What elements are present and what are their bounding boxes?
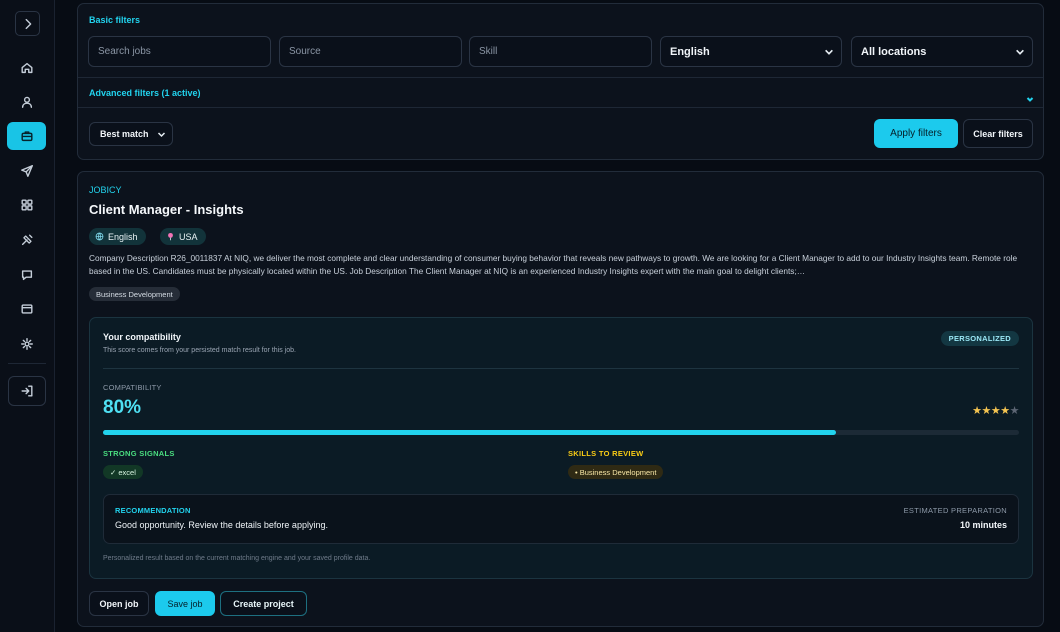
filters-divider (78, 107, 1043, 108)
strong-signal-pill: ✓ excel (103, 465, 143, 479)
job-card: JOBICY Client Manager - Insights English… (77, 171, 1044, 627)
apply-filters-button[interactable]: Apply filters (874, 119, 958, 148)
grid-icon (21, 199, 33, 211)
star-filled-icon: ★ (972, 405, 982, 417)
send-icon (21, 165, 33, 177)
compatibility-label: COMPATIBILITY (103, 383, 162, 392)
job-description: Company Description R26_0011837 At NIQ, … (89, 253, 1018, 276)
logout-button[interactable] (8, 376, 46, 406)
language-chip-label: English (108, 231, 138, 242)
compatibility-card: Your compatibility This score comes from… (89, 317, 1033, 579)
recommendation-label: RECOMMENDATION (115, 506, 191, 515)
star-empty-icon: ★ (1009, 405, 1020, 417)
sidebar-item-jobs[interactable] (7, 122, 46, 150)
language-select[interactable]: English (660, 36, 842, 67)
sidebar-item-applications[interactable] (8, 158, 46, 184)
language-chip: English (89, 228, 146, 245)
briefcase-icon (20, 131, 33, 142)
chevron-down-icon (157, 132, 166, 138)
job-tag: Business Development (89, 287, 180, 301)
star-filled-icon: ★ (981, 405, 992, 417)
compatibility-divider (103, 368, 1019, 369)
location-select-value: All locations (861, 45, 927, 58)
job-source: JOBICY (89, 185, 122, 195)
sidebar-divider (8, 363, 46, 364)
chevron-down-icon (1026, 97, 1034, 102)
filters-panel: Basic filters Search jobs Source Skill E… (77, 3, 1044, 160)
compatibility-subtitle: This score comes from your persisted mat… (103, 347, 296, 354)
star-filled-icon: ★ (1000, 405, 1010, 417)
sidebar-item-profile[interactable] (8, 89, 46, 115)
basic-filters-title: Basic filters (89, 15, 141, 25)
sidebar-item-tools[interactable] (8, 227, 46, 253)
chat-icon (21, 270, 33, 281)
star-rating: ★★★★★ (972, 404, 1019, 417)
job-title: Client Manager - Insights (89, 202, 244, 217)
card-icon (21, 304, 33, 314)
recommendation-box: RECOMMENDATION Good opportunity. Review … (103, 494, 1019, 544)
location-select[interactable]: All locations (851, 36, 1033, 67)
source-input[interactable]: Source (279, 36, 462, 67)
sidebar-item-messages[interactable] (8, 262, 46, 288)
advanced-filters-chevron[interactable] (1026, 90, 1034, 102)
sidebar-item-home[interactable] (8, 55, 46, 81)
star-filled-icon: ★ (990, 405, 1001, 417)
chevron-right-icon (25, 18, 31, 29)
gear-icon (21, 338, 33, 350)
strong-signals-label: STRONG SIGNALS (103, 449, 175, 458)
chevron-down-icon (825, 49, 833, 55)
skill-input[interactable]: Skill (469, 36, 652, 67)
location-chip-label: USA (179, 231, 198, 242)
compatibility-progress-bar (103, 430, 1019, 435)
personalized-badge: PERSONALIZED (940, 331, 1019, 346)
sidebar-item-dashboard[interactable] (8, 192, 46, 218)
advanced-filters-toggle[interactable]: Advanced filters (1 active) (89, 88, 201, 98)
clear-filters-button[interactable]: Clear filters (963, 119, 1033, 148)
sidebar-toggle-button[interactable] (15, 11, 40, 36)
compatibility-title: Your compatibility (103, 332, 181, 342)
sort-select[interactable]: Best match (89, 122, 173, 146)
home-icon (21, 62, 33, 74)
pin-icon (168, 232, 173, 241)
save-job-button[interactable]: Save job (155, 591, 215, 616)
user-icon (21, 96, 33, 108)
chevron-down-icon (1016, 49, 1024, 55)
tools-icon (21, 234, 33, 246)
language-select-value: English (670, 45, 710, 58)
compatibility-percent: 80% (103, 397, 142, 418)
create-project-button[interactable]: Create project (220, 591, 307, 616)
globe-icon (95, 232, 104, 241)
sort-select-value: Best match (100, 129, 149, 139)
filters-divider (78, 77, 1043, 78)
search-input[interactable]: Search jobs (88, 36, 271, 67)
open-job-button[interactable]: Open job (89, 591, 149, 616)
estimated-preparation-value: 10 minutes (959, 520, 1007, 530)
estimated-preparation-label: ESTIMATED PREPARATION (903, 506, 1007, 515)
compatibility-footnote: Personalized result based on the current… (103, 555, 371, 562)
skill-review-pill: • Business Development (568, 465, 664, 479)
recommendation-text: Good opportunity. Review the details bef… (115, 520, 328, 530)
sidebar-item-settings[interactable] (8, 331, 46, 357)
sidebar-item-billing[interactable] (8, 296, 46, 322)
logout-icon (21, 385, 33, 397)
compatibility-progress-fill (103, 430, 836, 435)
skills-review-label: SKILLS TO REVIEW (568, 449, 644, 458)
location-chip: USA (160, 228, 206, 245)
sidebar (0, 0, 55, 632)
